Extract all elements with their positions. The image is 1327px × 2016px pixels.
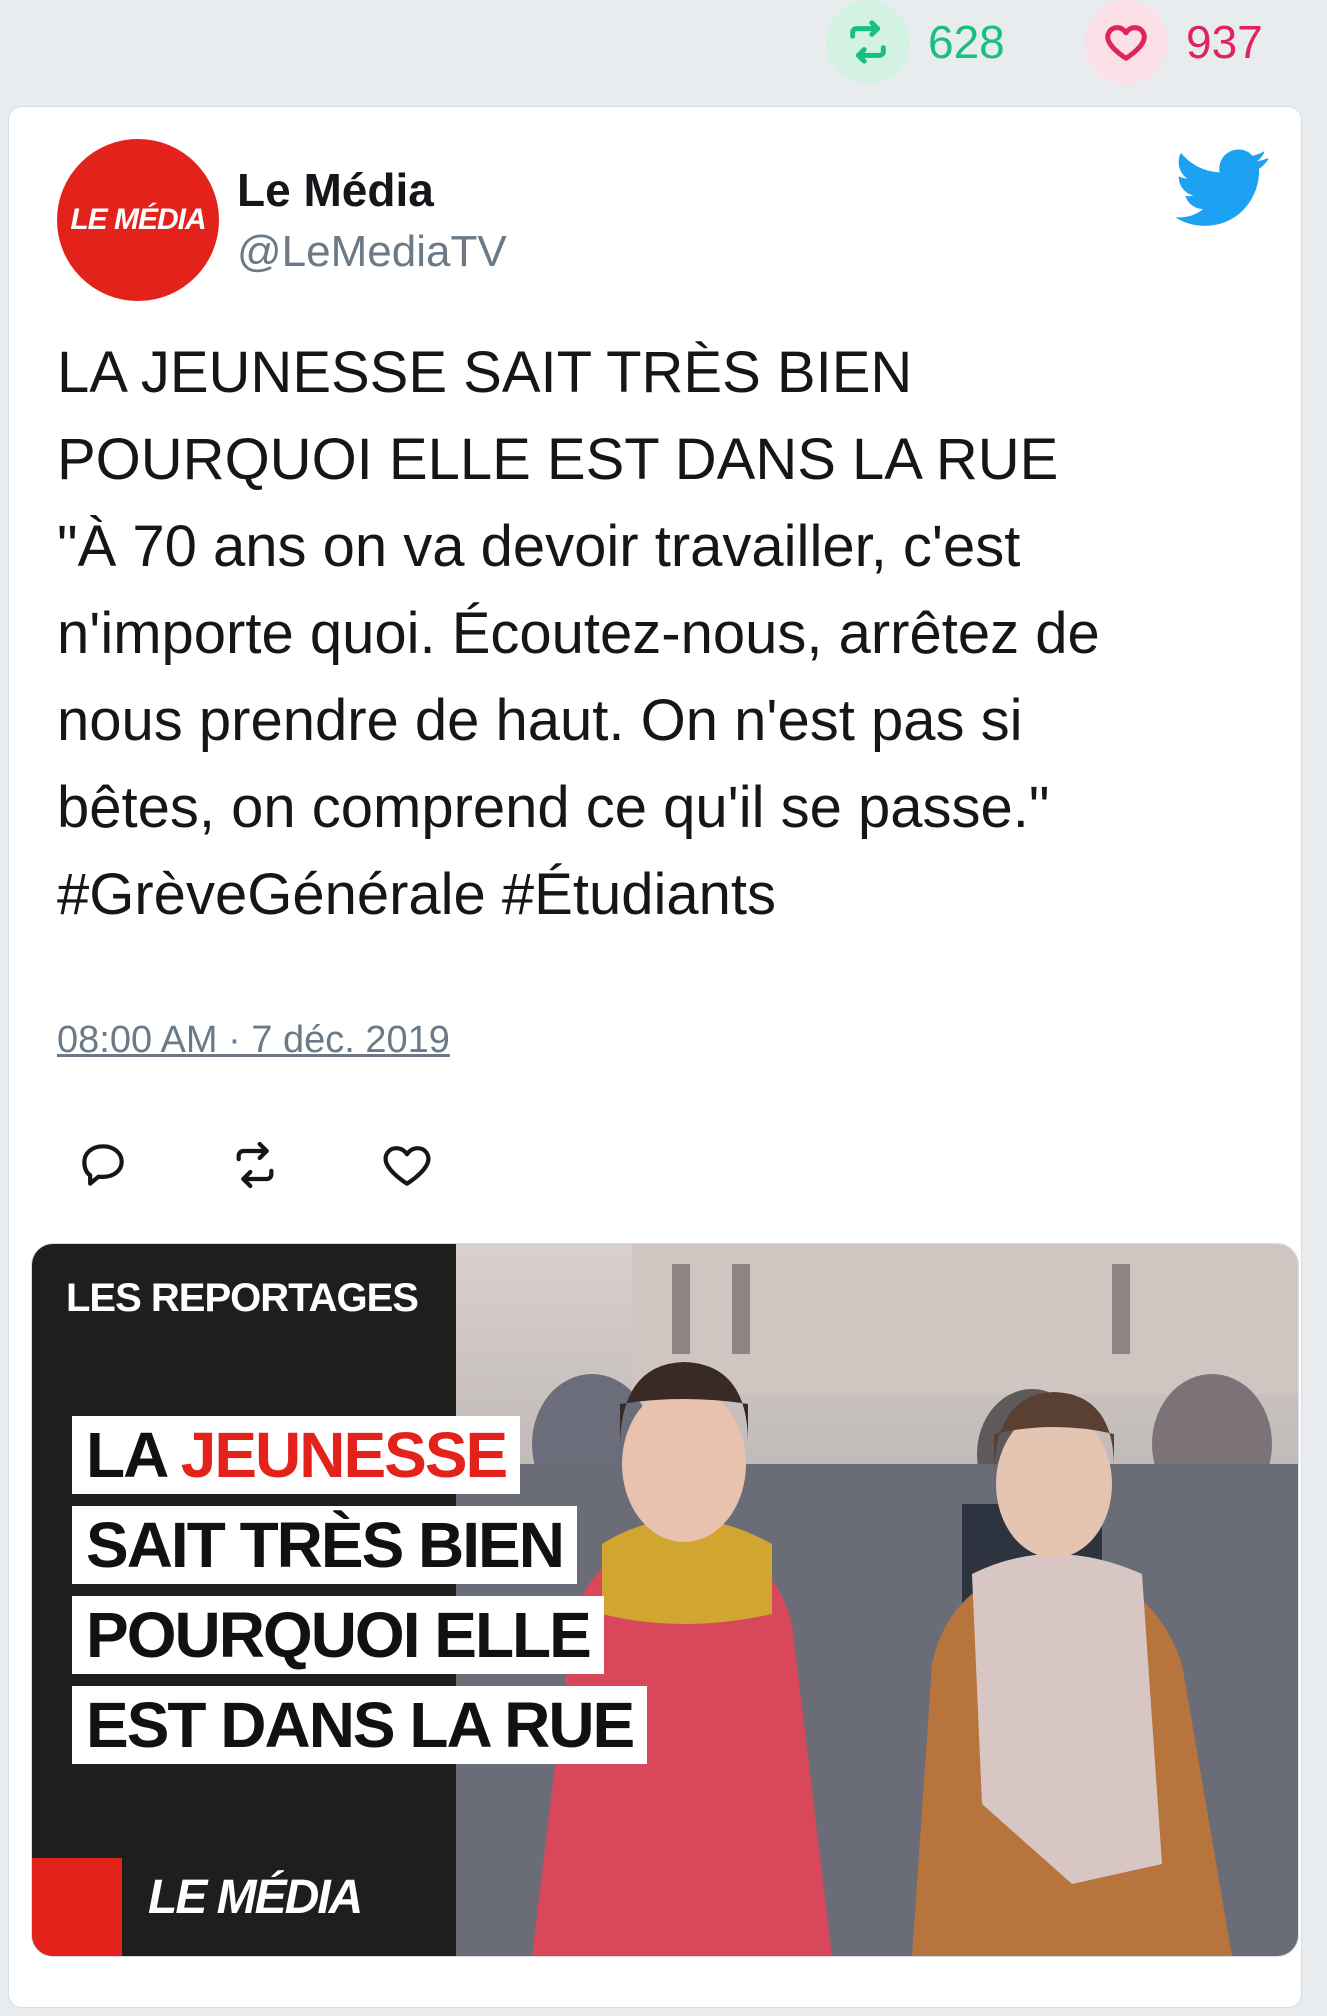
media-headline-line-1: LA JEUNESSE <box>72 1416 521 1494</box>
media-logo: LE MÉDIA <box>148 1871 363 1924</box>
user-handle[interactable]: @LeMediaTV <box>237 227 507 277</box>
tweet-timestamp[interactable]: 08:00 AM · 7 déc. 2019 <box>57 1019 450 1062</box>
retweet-stat[interactable]: 628 <box>826 0 1005 84</box>
user-name[interactable]: Le Média <box>237 163 434 217</box>
media-headline-line-2: SAIT TRÈS BIEN <box>72 1506 577 1584</box>
twitter-bird-icon[interactable] <box>1175 149 1269 232</box>
reply-icon[interactable] <box>75 1137 131 1193</box>
tweet-card: LE MÉDIA Le Média @LeMediaTV LA JEUNESSE… <box>8 106 1302 2008</box>
media-red-accent <box>32 1858 122 1956</box>
like-stat[interactable]: 937 <box>1084 0 1263 84</box>
avatar-logo: LE MÉDIA <box>70 203 206 236</box>
retweet-count: 628 <box>928 16 1005 68</box>
media-headline-word-la: LA <box>86 1419 181 1491</box>
heart-icon[interactable] <box>1084 0 1168 84</box>
media-headline-line-3: POURQUOI ELLE <box>72 1596 604 1674</box>
tweet-text: LA JEUNESSE SAIT TRÈS BIEN POURQUOI ELLE… <box>57 340 1100 927</box>
retweet-icon[interactable] <box>227 1137 283 1193</box>
retweet-icon[interactable] <box>826 0 910 84</box>
media-headline-line-4: EST DANS LA RUE <box>72 1686 648 1764</box>
like-count: 937 <box>1186 16 1263 68</box>
media-category-label: LES REPORTAGES <box>66 1276 419 1320</box>
avatar[interactable]: LE MÉDIA <box>57 139 219 301</box>
media-headline-accent: JEUNESSE <box>180 1419 508 1491</box>
heart-icon[interactable] <box>379 1137 435 1193</box>
engagement-bar: 628 937 <box>0 0 1327 90</box>
media-thumbnail[interactable]: LES REPORTAGES LA JEUNESSE SAIT TRÈS BIE… <box>31 1243 1299 1957</box>
